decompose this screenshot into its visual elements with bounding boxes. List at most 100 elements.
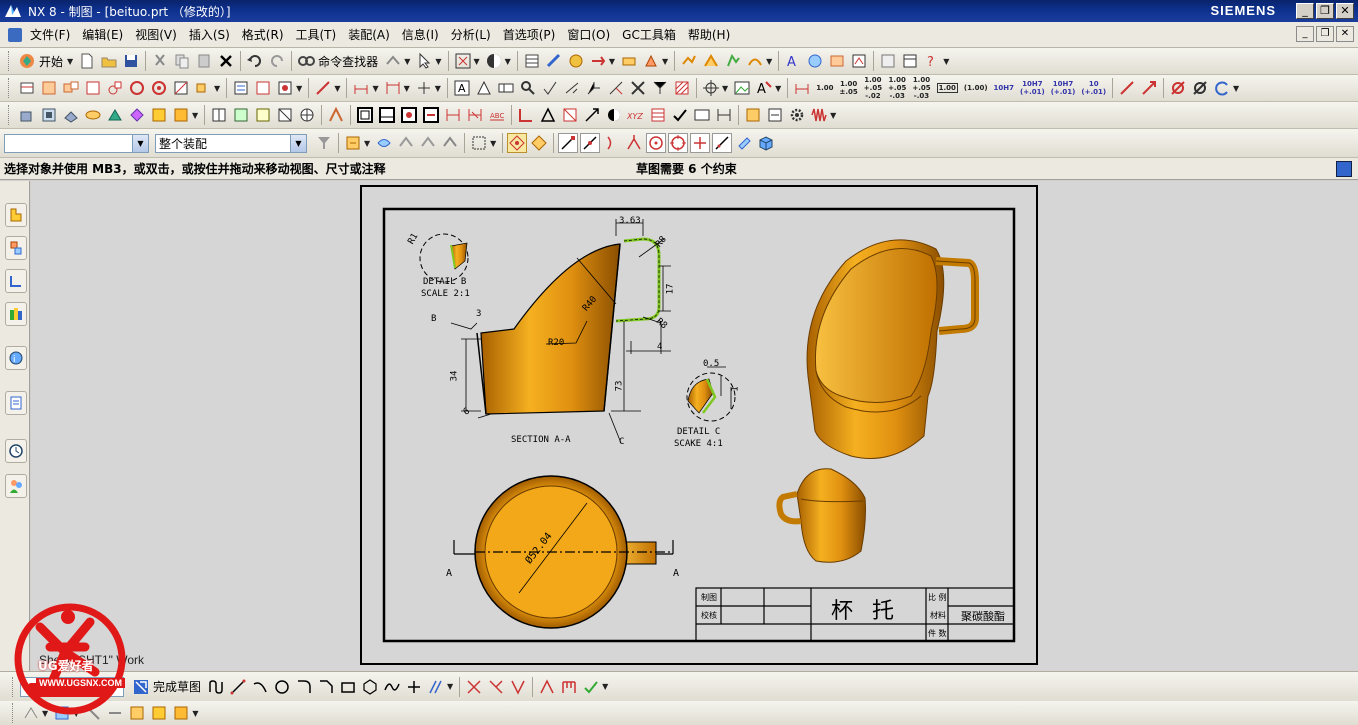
arc-icon[interactable] [250,677,270,697]
snap-intersection-icon[interactable] [624,133,644,153]
view-b-icon[interactable] [61,78,81,98]
doc-restore-button[interactable]: ❐ [1316,26,1334,42]
fillet-icon[interactable] [294,677,314,697]
render-style-icon[interactable] [484,51,504,71]
tool-j-icon[interactable]: A [783,51,803,71]
dimension-c-icon[interactable] [414,78,434,98]
dim-format-6[interactable]: 1.00 [936,83,958,93]
snap-center-icon[interactable] [646,133,667,153]
save-icon[interactable] [121,51,141,71]
asm-k-icon[interactable] [253,105,273,125]
geometric-constraint-icon[interactable] [559,677,579,697]
help-icon[interactable]: ? [922,51,942,71]
toolbar-grip[interactable] [8,51,12,71]
tool-x-icon[interactable] [743,105,763,125]
filter-a-icon[interactable] [314,133,334,153]
menu-window[interactable]: 窗口(O) [561,26,616,43]
table-b-icon[interactable] [538,105,558,125]
border-b-icon[interactable] [377,105,397,125]
doc-close-button[interactable]: ✕ [1336,26,1354,42]
toolbar-grip[interactable] [8,78,12,98]
border-f-icon[interactable] [465,105,485,125]
border-a-icon[interactable] [355,105,375,125]
asm-a-icon[interactable] [17,105,37,125]
filter-e-icon[interactable] [418,133,438,153]
datum-icon[interactable] [474,78,494,98]
bottom-g-icon[interactable] [171,703,191,723]
start-button[interactable]: 开始 [39,53,63,70]
menu-help[interactable]: 帮助(H) [682,26,736,43]
undo-icon[interactable] [245,51,265,71]
command-finder-icon[interactable] [296,51,316,71]
asm-d-icon[interactable] [83,105,103,125]
delete-icon[interactable] [216,51,236,71]
full-screen-icon[interactable] [1336,161,1352,177]
text-style-icon[interactable]: A [754,78,774,98]
history-icon[interactable] [5,391,27,415]
redo-icon[interactable] [267,51,287,71]
constraint-navigator-icon[interactable] [5,269,27,293]
mark-b[interactable]: B [431,314,436,324]
dim-0-5[interactable]: 0.5 [703,359,719,369]
asm-c-icon[interactable] [61,105,81,125]
snap-b-icon[interactable] [529,133,549,153]
diameter-b-icon[interactable] [1190,78,1210,98]
dim-3[interactable]: 3 [476,309,481,319]
menu-file[interactable]: 文件(F) [24,26,76,43]
dim-format-9[interactable]: 10H7 (+.01) [1020,80,1045,96]
dim-4[interactable]: 4 [657,342,662,352]
dim-format-8[interactable]: 10H7 [994,84,1014,92]
tool-o-icon[interactable] [900,51,920,71]
reuse-library-icon[interactable] [5,302,27,326]
rectangle-icon[interactable] [338,677,358,697]
dim-17[interactable]: 17 [665,284,675,295]
dim-format-5[interactable]: 1.00 +.05 -.03 [912,76,930,100]
tool-y-icon[interactable] [765,105,785,125]
tool-n-icon[interactable] [878,51,898,71]
bottom-f-icon[interactable] [149,703,169,723]
asm-n-icon[interactable] [326,105,346,125]
finish-sketch-button[interactable]: 完成草图 [153,678,201,695]
tool-arrow-icon[interactable] [650,78,670,98]
toolbar-grip[interactable] [8,105,12,125]
feature-control-icon[interactable] [496,78,516,98]
mark-a-left[interactable]: A [446,568,452,579]
spline-icon[interactable] [382,677,402,697]
snap-midpoint-icon[interactable] [580,133,601,153]
view-c-icon[interactable] [83,78,103,98]
id-symbol-icon[interactable] [606,78,626,98]
table-e-icon[interactable] [604,105,624,125]
circle-icon[interactable] [272,677,292,697]
xyz-icon[interactable]: XYZ [626,105,646,125]
view-e-icon[interactable] [127,78,147,98]
dim-format-4[interactable]: 1.00 +.05 -.03 [888,76,906,100]
detail-b-scale[interactable]: SCALE 2:1 [421,289,470,299]
fit-view-icon[interactable] [453,51,473,71]
dim-format-1[interactable]: 1.00 [816,84,833,92]
view-h-icon[interactable] [193,78,213,98]
bottom-e-icon[interactable] [127,703,147,723]
snap-extra-icon[interactable] [734,133,754,153]
table-d-icon[interactable] [582,105,602,125]
menu-edit[interactable]: 编辑(E) [76,26,129,43]
snap-point-icon[interactable] [690,133,711,153]
dim-r20[interactable]: R20 [548,338,564,348]
asm-b-icon[interactable] [39,105,59,125]
dim-1[interactable]: 1 [731,386,741,391]
tolerance-a-icon[interactable] [1117,78,1137,98]
edit-b-icon[interactable] [253,78,273,98]
roles-icon[interactable] [5,474,27,498]
table-i-icon[interactable] [714,105,734,125]
asm-l-icon[interactable] [275,105,295,125]
dim-3-63[interactable]: 3.63 [619,216,641,226]
web-browser-icon[interactable]: i [5,346,27,370]
annotate-a-icon[interactable] [313,78,333,98]
polygon-icon[interactable] [360,677,380,697]
close-button[interactable]: ✕ [1336,3,1354,19]
quick-trim-icon[interactable] [464,677,484,697]
point-icon[interactable] [404,677,424,697]
dim-format-3[interactable]: 1.00 +.05 -.02 [864,76,882,100]
table-c-icon[interactable] [560,105,580,125]
minimize-button[interactable]: _ [1296,3,1314,19]
selection-filter-combo[interactable]: ▼ [4,133,149,153]
